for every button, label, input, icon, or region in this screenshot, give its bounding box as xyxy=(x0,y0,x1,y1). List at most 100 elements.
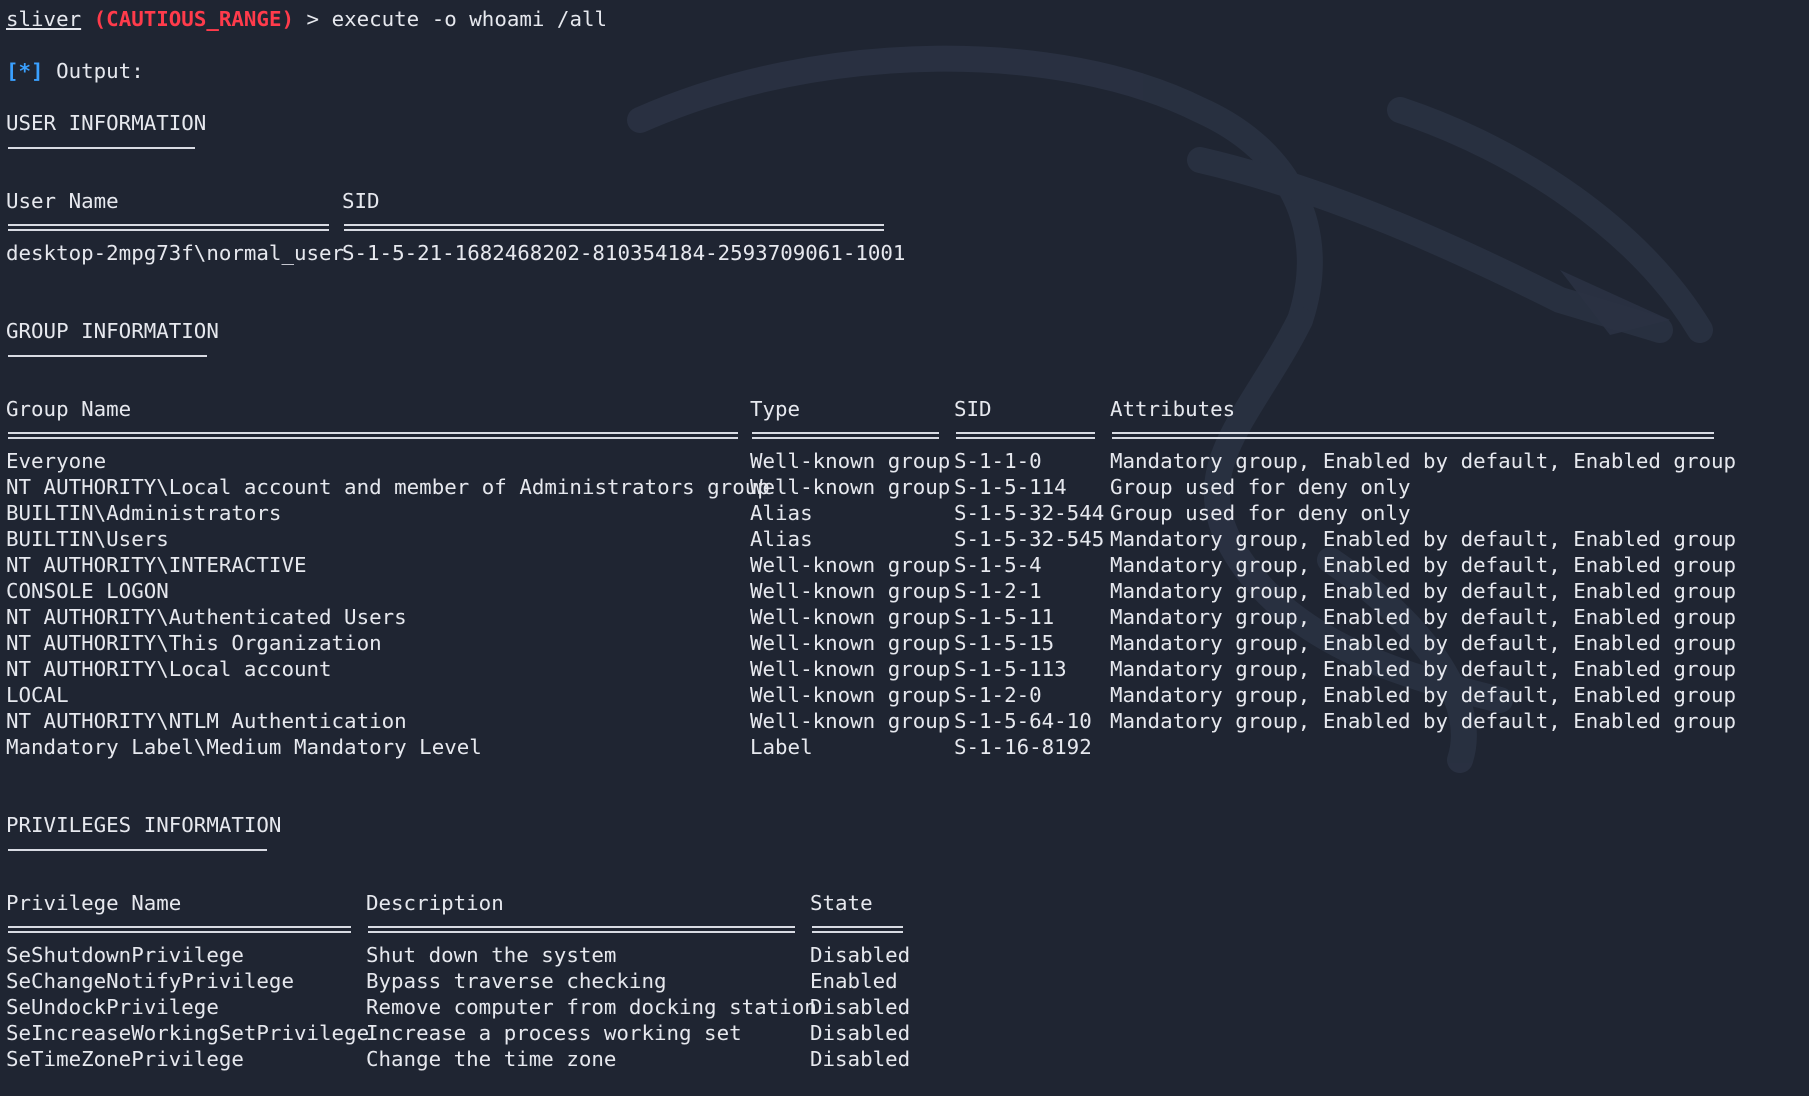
group-type-cell: Well-known group xyxy=(750,631,951,655)
prompt-app: sliver xyxy=(6,7,82,31)
privilege-name-cell: SeShutdownPrivilege xyxy=(6,943,244,967)
group-name-cell: NT AUTHORITY\This Organization xyxy=(6,631,382,655)
table-row: desktop-2mpg73f\normal_user S-1-5-21-168… xyxy=(6,240,1006,266)
table-row: NT AUTHORITY\Local account Well-known gro… xyxy=(6,656,1766,682)
group-attributes-cell: Mandatory group, Enabled by default, Ena… xyxy=(1110,709,1737,733)
group-attributes-cell: Mandatory group, Enabled by default, Ena… xyxy=(1110,449,1737,473)
group-sid-cell: S-1-5-4 xyxy=(954,553,1042,577)
privilege-state-cell: Disabled xyxy=(810,995,911,1019)
privilege-name-cell: SeChangeNotifyPrivilege xyxy=(6,969,294,993)
group-sid-cell: S-1-5-113 xyxy=(954,657,1067,681)
group-sid-cell: S-1-5-114 xyxy=(954,475,1067,499)
table-row: CONSOLE LOGON Well-known group S-1-2-1 Mand… xyxy=(6,578,1766,604)
privilege-state-cell: Disabled xyxy=(810,1021,911,1045)
privileges-col-separator xyxy=(812,926,903,933)
group-attributes-cell: Group used for deny only xyxy=(1110,501,1411,525)
table-row: SeIncreaseWorkingSetPrivilege Increase a … xyxy=(6,1020,1006,1046)
table-row: SeUndockPrivilege Remove computer from do… xyxy=(6,994,1006,1020)
user-info-header-row: User Name SID xyxy=(6,188,1006,214)
privilege-description-cell: Bypass traverse checking xyxy=(366,969,667,993)
group-type-cell: Label xyxy=(750,735,813,759)
table-row: NT AUTHORITY\Local account and member of… xyxy=(6,474,1766,500)
table-row: NT AUTHORITY\INTERACTIVE Well-known group… xyxy=(6,552,1766,578)
group-attributes-cell: Mandatory group, Enabled by default, Ena… xyxy=(1110,683,1737,707)
group-header-attributes: Attributes xyxy=(1110,397,1236,421)
user-info-title-underline xyxy=(8,147,195,149)
privilege-name-cell: SeIncreaseWorkingSetPrivilege xyxy=(6,1021,370,1045)
table-row: BUILTIN\Users Alias S-1-5-32-545 Mandatory … xyxy=(6,526,1766,552)
group-type-cell: Well-known group xyxy=(750,553,951,577)
group-name-cell: BUILTIN\Users xyxy=(6,527,169,551)
user-sid-cell: S-1-5-21-1682468202-810354184-2593709061… xyxy=(342,241,906,265)
group-type-cell: Well-known group xyxy=(750,709,951,733)
privilege-description-cell: Remove computer from docking station xyxy=(366,995,817,1019)
table-row: NT AUTHORITY\Authenticated Users Well-kno… xyxy=(6,604,1766,630)
group-name-cell: NT AUTHORITY\INTERACTIVE xyxy=(6,553,307,577)
table-row: SeShutdownPrivilege Shut down the system D… xyxy=(6,942,1006,968)
group-sid-cell: S-1-5-64-10 xyxy=(954,709,1092,733)
table-row: LOCAL Well-known group S-1-2-0 Mandatory gr… xyxy=(6,682,1766,708)
group-type-cell: Well-known group xyxy=(750,579,951,603)
group-name-cell: NT AUTHORITY\NTLM Authentication xyxy=(6,709,407,733)
group-attributes-cell: Group used for deny only xyxy=(1110,475,1411,499)
output-label: Output: xyxy=(43,59,144,83)
privilege-state-cell: Disabled xyxy=(810,1047,911,1071)
group-attributes-cell: Mandatory group, Enabled by default, Ena… xyxy=(1110,605,1737,629)
group-info-col-separator xyxy=(8,432,738,439)
table-row: Mandatory Label\Medium Mandatory Level La… xyxy=(6,734,1766,760)
group-type-cell: Well-known group xyxy=(750,475,951,499)
command-prompt-line: sliver (CAUTIOUS_RANGE) > execute -o who… xyxy=(6,6,607,32)
privilege-description-cell: Shut down the system xyxy=(366,943,617,967)
table-row: SeChangeNotifyPrivilege Bypass traverse c… xyxy=(6,968,1006,994)
table-row: NT AUTHORITY\This Organization Well-known… xyxy=(6,630,1766,656)
group-type-cell: Well-known group xyxy=(750,605,951,629)
privilege-state-cell: Disabled xyxy=(810,943,911,967)
privilege-header-description: Description xyxy=(366,891,504,915)
user-name-cell: desktop-2mpg73f\normal_user xyxy=(6,241,345,265)
group-name-cell: CONSOLE LOGON xyxy=(6,579,169,603)
group-type-cell: Well-known group xyxy=(750,683,951,707)
group-name-cell: NT AUTHORITY\Authenticated Users xyxy=(6,605,407,629)
table-row: NT AUTHORITY\NTLM Authentication Well-kno… xyxy=(6,708,1766,734)
group-attributes-cell: Mandatory group, Enabled by default, Ena… xyxy=(1110,631,1737,655)
privilege-name-cell: SeUndockPrivilege xyxy=(6,995,219,1019)
user-info-header-sid: SID xyxy=(342,189,380,213)
group-header-sid: SID xyxy=(954,397,992,421)
group-name-cell: BUILTIN\Administrators xyxy=(6,501,282,525)
group-sid-cell: S-1-2-0 xyxy=(954,683,1042,707)
group-name-cell: NT AUTHORITY\Local account and member of… xyxy=(6,475,770,499)
group-info-header-row: Group Name Type SID Attributes xyxy=(6,396,1766,422)
group-name-cell: NT AUTHORITY\Local account xyxy=(6,657,332,681)
prompt-session: (CAUTIOUS_RANGE) xyxy=(93,7,294,31)
group-sid-cell: S-1-2-1 xyxy=(954,579,1042,603)
privileges-col-separator xyxy=(368,926,795,933)
group-type-cell: Well-known group xyxy=(750,657,951,681)
group-attributes-cell: Mandatory group, Enabled by default, Ena… xyxy=(1110,579,1737,603)
group-sid-cell: S-1-5-11 xyxy=(954,605,1055,629)
privileges-info-title: PRIVILEGES INFORMATION xyxy=(6,813,282,837)
group-sid-cell: S-1-1-0 xyxy=(954,449,1042,473)
table-row: BUILTIN\Administrators Alias S-1-5-32-544 G… xyxy=(6,500,1766,526)
terminal-output: sliver (CAUTIOUS_RANGE) > execute -o who… xyxy=(6,6,1809,1096)
table-row: SeTimeZonePrivilege Change the time zone D… xyxy=(6,1046,1006,1072)
privileges-col-separator xyxy=(8,926,351,933)
privilege-state-cell: Enabled xyxy=(810,969,898,993)
privileges-info-title-underline xyxy=(8,849,267,851)
group-name-cell: LOCAL xyxy=(6,683,69,707)
group-info-col-separator xyxy=(752,432,939,439)
group-info-col-separator xyxy=(1112,432,1714,439)
group-attributes-cell: Mandatory group, Enabled by default, Ena… xyxy=(1110,657,1737,681)
group-sid-cell: S-1-5-32-545 xyxy=(954,527,1105,551)
info-marker: [*] xyxy=(6,59,44,83)
group-info-title-underline xyxy=(8,355,207,357)
group-info-title: GROUP INFORMATION xyxy=(6,319,219,343)
privilege-header-name: Privilege Name xyxy=(6,891,182,915)
privileges-header-row: Privilege Name Description State xyxy=(6,890,1006,916)
group-type-cell: Well-known group xyxy=(750,449,951,473)
group-sid-cell: S-1-16-8192 xyxy=(954,735,1092,759)
privilege-description-cell: Change the time zone xyxy=(366,1047,617,1071)
user-info-header-username: User Name xyxy=(6,189,119,213)
user-info-title: USER INFORMATION xyxy=(6,111,207,135)
privilege-description-cell: Increase a process working set xyxy=(366,1021,742,1045)
privilege-name-cell: SeTimeZonePrivilege xyxy=(6,1047,244,1071)
